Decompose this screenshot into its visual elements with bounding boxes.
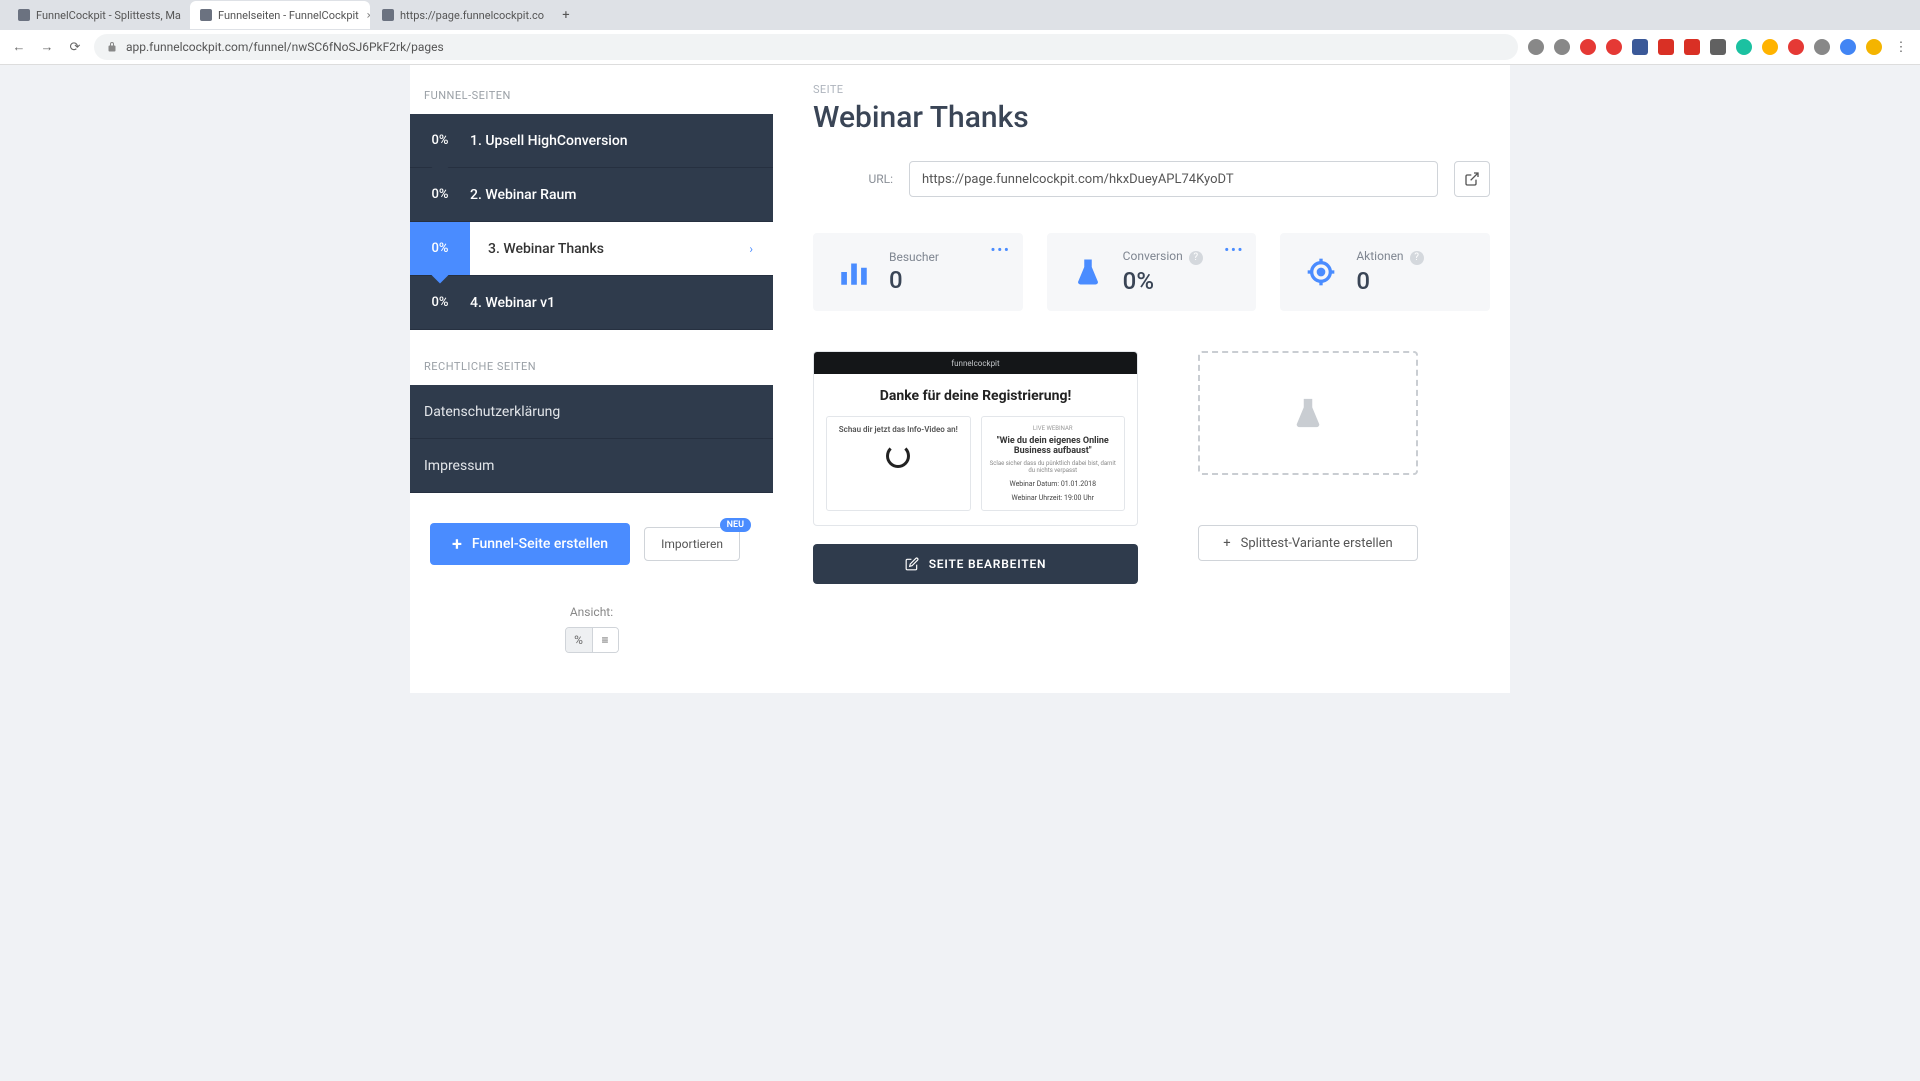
sidebar-section-funnel: FUNNEL-SEITEN bbox=[410, 83, 773, 114]
browser-tab[interactable]: FunnelCockpit - Splittests, Ma× bbox=[8, 1, 188, 29]
preview-main: funnelcockpit Danke für deine Registrier… bbox=[813, 351, 1138, 584]
stats-row: Besucher 0 ••• Conversion? 0% ••• bbox=[813, 233, 1490, 311]
ext-icon[interactable] bbox=[1788, 39, 1804, 55]
sidebar-section-legal: RECHTLICHE SEITEN bbox=[410, 354, 773, 385]
stat-conversion: Conversion? 0% ••• bbox=[1047, 233, 1257, 311]
ext-icon[interactable] bbox=[1736, 39, 1752, 55]
view-toggle: Ansicht: % ≡ bbox=[410, 605, 773, 653]
avatar[interactable] bbox=[1866, 39, 1882, 55]
page-container: FUNNEL-SEITEN 0% 1. Upsell HighConversio… bbox=[410, 65, 1510, 693]
funnel-page-item-active[interactable]: 0% 3. Webinar Thanks › bbox=[410, 222, 773, 276]
ext-icon[interactable] bbox=[1762, 39, 1778, 55]
funnel-page-item[interactable]: 0% 4. Webinar v1 bbox=[410, 276, 773, 330]
ext-icon[interactable] bbox=[1632, 39, 1648, 55]
ext-icon[interactable] bbox=[1554, 39, 1570, 55]
edit-page-button[interactable]: SEITE BEARBEITEN bbox=[813, 544, 1138, 584]
ext-icon[interactable] bbox=[1606, 39, 1622, 55]
preview-headline: Danke für deine Registrierung! bbox=[826, 388, 1125, 404]
plus-icon: + bbox=[452, 534, 462, 555]
help-icon[interactable]: ? bbox=[1410, 251, 1424, 265]
create-splittest-button[interactable]: + Splittest-Variante erstellen bbox=[1198, 525, 1418, 561]
target-icon bbox=[1300, 251, 1342, 293]
create-funnel-page-button[interactable]: + Funnel-Seite erstellen bbox=[430, 523, 630, 565]
ext-icon[interactable] bbox=[1528, 39, 1544, 55]
legal-list: RECHTLICHE SEITEN Datenschutzerklärung I… bbox=[410, 354, 773, 493]
ext-icon[interactable] bbox=[1814, 39, 1830, 55]
funnel-pct: 0% bbox=[410, 187, 470, 202]
lock-icon bbox=[106, 41, 118, 53]
legal-item-privacy[interactable]: Datenschutzerklärung bbox=[410, 385, 773, 439]
stat-menu-button[interactable]: ••• bbox=[1224, 243, 1244, 258]
funnel-label: 1. Upsell HighConversion bbox=[470, 133, 773, 149]
sidebar: FUNNEL-SEITEN 0% 1. Upsell HighConversio… bbox=[410, 65, 773, 653]
view-label: Ansicht: bbox=[410, 605, 773, 619]
help-icon[interactable]: ? bbox=[1189, 251, 1203, 265]
preview-video-col: Schau dir jetzt das Info-Video an! bbox=[826, 416, 971, 511]
url-text: app.funnelcockpit.com/funnel/nwSC6fNoSJ6… bbox=[126, 40, 444, 54]
url-input[interactable]: app.funnelcockpit.com/funnel/nwSC6fNoSJ6… bbox=[94, 34, 1518, 60]
page-preview: funnelcockpit Danke für deine Registrier… bbox=[813, 351, 1138, 526]
back-button[interactable]: ← bbox=[10, 38, 28, 56]
view-list-button[interactable]: ≡ bbox=[592, 628, 618, 652]
ext-icon[interactable] bbox=[1658, 39, 1674, 55]
url-row: URL: bbox=[813, 161, 1490, 197]
funnel-list: 0% 1. Upsell HighConversion 0% 2. Webina… bbox=[410, 114, 773, 330]
browser-chrome: FunnelCockpit - Splittests, Ma× Funnelse… bbox=[0, 0, 1920, 65]
funnel-label: 2. Webinar Raum bbox=[470, 187, 773, 203]
address-bar: ← → ⟳ app.funnelcockpit.com/funnel/nwSC6… bbox=[0, 30, 1920, 64]
preview-info-col: LIVE WEBINAR "Wie du dein eigenes Online… bbox=[981, 416, 1126, 511]
ext-icon[interactable] bbox=[1710, 39, 1726, 55]
funnel-page-item[interactable]: 0% 2. Webinar Raum bbox=[410, 168, 773, 222]
edit-icon bbox=[905, 557, 919, 571]
browser-tab[interactable]: Funnelseiten - FunnelCockpit× bbox=[190, 1, 370, 29]
view-toggle-group: % ≡ bbox=[565, 627, 619, 653]
stat-actions: Aktionen? 0 bbox=[1280, 233, 1490, 311]
splittest-col: + Splittest-Variante erstellen bbox=[1198, 351, 1418, 561]
flask-icon bbox=[1067, 251, 1109, 293]
extension-icons: ⋮ bbox=[1528, 38, 1910, 56]
forward-button[interactable]: → bbox=[38, 38, 56, 56]
preview-brand: funnelcockpit bbox=[814, 352, 1137, 374]
ext-icon[interactable] bbox=[1840, 39, 1856, 55]
previews: funnelcockpit Danke für deine Registrier… bbox=[813, 351, 1490, 584]
main: SEITE Webinar Thanks URL: Besucher 0 bbox=[813, 65, 1510, 653]
funnel-page-item[interactable]: 0% 1. Upsell HighConversion bbox=[410, 114, 773, 168]
import-button[interactable]: Importieren NEU bbox=[644, 527, 740, 561]
close-icon[interactable]: × bbox=[367, 9, 370, 22]
stat-visitors: Besucher 0 ••• bbox=[813, 233, 1023, 311]
loading-icon bbox=[886, 444, 910, 468]
funnel-label: 4. Webinar v1 bbox=[470, 295, 773, 311]
eyebrow: SEITE bbox=[813, 83, 1490, 96]
browser-tab[interactable]: https://page.funnelcockpit.co× bbox=[372, 1, 552, 29]
splittest-placeholder bbox=[1198, 351, 1418, 475]
flask-icon bbox=[1291, 396, 1325, 430]
menu-icon[interactable]: ⋮ bbox=[1892, 38, 1910, 56]
external-link-icon bbox=[1464, 171, 1480, 187]
new-badge: NEU bbox=[720, 518, 751, 532]
reload-button[interactable]: ⟳ bbox=[66, 38, 84, 56]
view-percent-button[interactable]: % bbox=[566, 628, 592, 652]
tab-bar: FunnelCockpit - Splittests, Ma× Funnelse… bbox=[0, 0, 1920, 30]
stat-menu-button[interactable]: ••• bbox=[991, 243, 1011, 258]
funnel-pct: 0% bbox=[410, 295, 470, 310]
funnel-label: 3. Webinar Thanks bbox=[470, 241, 749, 257]
ext-icon[interactable] bbox=[1580, 39, 1596, 55]
url-label: URL: bbox=[813, 172, 893, 186]
page-title: Webinar Thanks bbox=[813, 100, 1490, 135]
sidebar-actions: + Funnel-Seite erstellen Importieren NEU bbox=[410, 493, 773, 565]
funnel-pct: 0% bbox=[410, 133, 470, 148]
viewport: FUNNEL-SEITEN 0% 1. Upsell HighConversio… bbox=[0, 65, 1920, 1081]
chevron-right-icon: › bbox=[749, 242, 753, 256]
ext-icon[interactable] bbox=[1684, 39, 1700, 55]
new-tab-button[interactable]: + bbox=[554, 8, 578, 23]
page-url-input[interactable] bbox=[909, 161, 1438, 197]
open-page-button[interactable] bbox=[1454, 161, 1490, 197]
bars-icon bbox=[833, 251, 875, 293]
plus-icon: + bbox=[1223, 536, 1230, 551]
legal-item-imprint[interactable]: Impressum bbox=[410, 439, 773, 493]
